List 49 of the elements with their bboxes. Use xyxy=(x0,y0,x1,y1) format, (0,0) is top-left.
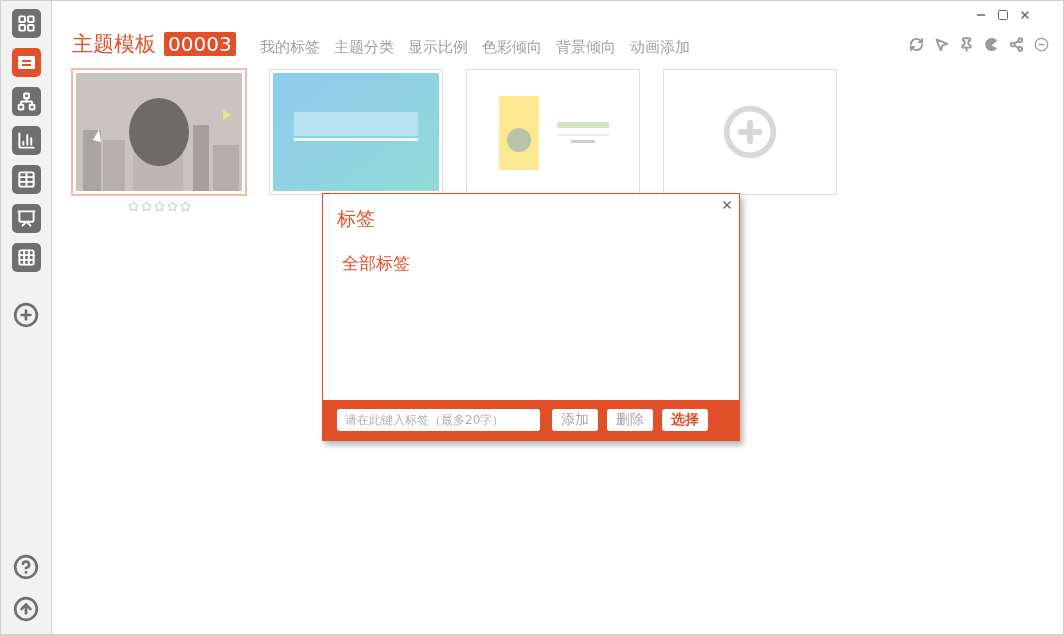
star-rating[interactable] xyxy=(127,201,191,212)
list-icon xyxy=(16,55,36,70)
add-template-tile[interactable] xyxy=(663,69,837,195)
sidebar-button[interactable] xyxy=(11,165,41,194)
dialog-button[interactable]: 添加 xyxy=(552,409,598,431)
presentation-icon xyxy=(16,209,36,228)
add-icon[interactable] xyxy=(13,302,39,328)
filter-tab[interactable]: 显示比例 xyxy=(407,37,468,57)
sidebar-button[interactable] xyxy=(11,126,41,155)
upload-icon[interactable] xyxy=(13,596,39,622)
share-icon[interactable] xyxy=(1009,36,1024,52)
refresh-icon[interactable] xyxy=(909,36,924,52)
sidebar-button[interactable] xyxy=(11,243,41,272)
filter-tab[interactable]: 色彩倾向 xyxy=(481,37,542,57)
pointer-icon[interactable] xyxy=(934,36,949,52)
filter-tab[interactable]: 背景倾向 xyxy=(555,37,616,57)
filter-tab[interactable]: 主题分类 xyxy=(333,37,394,57)
minus-icon[interactable] xyxy=(1034,36,1049,52)
grid-icon xyxy=(16,14,36,33)
maximize-icon[interactable] xyxy=(997,9,1009,21)
star-icon[interactable] xyxy=(179,201,191,212)
close-icon[interactable] xyxy=(1019,9,1031,21)
star-icon[interactable] xyxy=(140,201,152,212)
filter-tab[interactable]: 我的标签 xyxy=(259,37,320,57)
sidebar-button[interactable] xyxy=(11,87,41,116)
star-icon[interactable] xyxy=(153,201,165,212)
star-icon[interactable] xyxy=(127,201,139,212)
pie-icon[interactable] xyxy=(984,36,999,52)
hierarchy-icon xyxy=(16,92,36,111)
star-icon[interactable] xyxy=(166,201,178,212)
count-badge: 00003 xyxy=(164,32,236,56)
filter-tab[interactable]: 动画添加 xyxy=(629,37,690,57)
tag-item[interactable]: 全部标签 xyxy=(342,252,410,275)
add-icon xyxy=(722,104,778,160)
bar-chart-icon xyxy=(16,131,36,150)
grid-icon xyxy=(16,248,36,267)
sidebar-button[interactable] xyxy=(11,204,41,233)
help-icon[interactable] xyxy=(13,554,39,580)
pin-icon[interactable] xyxy=(959,36,974,52)
dialog-button[interactable]: 选择 xyxy=(662,409,708,431)
dialog-button[interactable]: 删除 xyxy=(607,409,653,431)
sidebar-button[interactable] xyxy=(11,9,41,38)
close-button[interactable] xyxy=(721,199,733,211)
page-title: 主题模板 xyxy=(72,31,156,58)
dialog-title: 标签 xyxy=(337,206,375,231)
table-icon xyxy=(16,170,36,189)
close-icon xyxy=(721,199,733,211)
sidebar-button[interactable] xyxy=(11,48,41,77)
tag-input[interactable]: 请在此键入标签（最多20字） xyxy=(337,409,540,431)
